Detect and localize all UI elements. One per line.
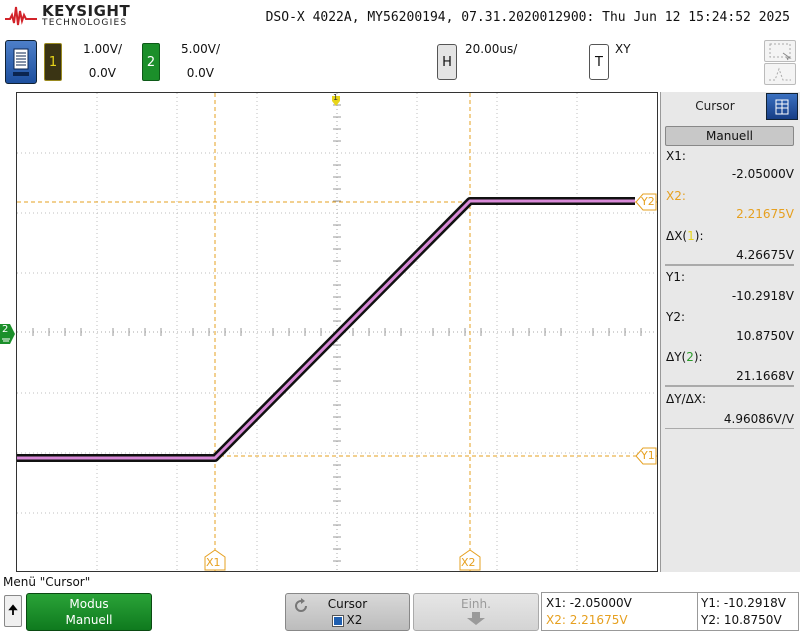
rotate-knob-icon (295, 598, 307, 612)
menu-up-button[interactable]: 🠉 (4, 595, 22, 627)
cursor-x1-label[interactable]: X1 (204, 549, 226, 571)
readout-y2: Y2: 10.8750V (701, 613, 782, 627)
channel-2-offset: 0.0V (186, 66, 214, 80)
channel-2-ground-marker[interactable]: 2 (0, 324, 15, 344)
down-arrow-icon (467, 612, 485, 625)
y2-value: 10.8750V (736, 329, 794, 343)
x1-label: X1: (666, 149, 686, 163)
trigger-mode: XY (615, 42, 631, 56)
separator (665, 428, 794, 429)
panel-grid-icon (775, 99, 789, 115)
zoom-select-button[interactable] (764, 40, 796, 62)
brand-subtitle: TECHNOLOGIES (42, 18, 128, 28)
menu-icon (13, 48, 29, 76)
channel-2-marker-label: 2 (2, 324, 9, 335)
cursor-y2-label[interactable]: Y2 (635, 193, 657, 211)
readout-x1: X1: -2.05000V (546, 596, 632, 610)
channel-2-scale: 5.00V/ (181, 42, 220, 56)
delta-x-label: ΔX(1): (666, 229, 704, 243)
cursor-x2-text: X2 (461, 556, 476, 569)
cursor-x1-text: X1 (206, 556, 221, 569)
cursor-softkey[interactable]: Cursor X2 (285, 593, 410, 631)
trigger-key[interactable]: T (589, 44, 609, 80)
cursor-y1-label[interactable]: Y1 (635, 447, 657, 465)
waveform-display[interactable]: 1 X1 X2 Y2 Y1 (16, 92, 658, 572)
delta-y-label: ΔY(2): (666, 350, 703, 364)
modus-value: Manuell (65, 613, 113, 627)
x2-value: 2.21675V (736, 207, 794, 221)
y2-label: Y2: (666, 310, 686, 324)
menu-title: Menü "Cursor" (3, 575, 91, 589)
delta-y-value: 21.1668V (736, 369, 794, 383)
y1-value: -10.2918V (731, 289, 794, 303)
y1-label: Y1: (666, 270, 686, 284)
selected-square-icon (331, 614, 344, 627)
units-softkey[interactable]: Einh. (413, 593, 539, 631)
readout-divider (697, 593, 698, 630)
cursor-y2-text: Y2 (641, 195, 655, 208)
cursor-x2-label[interactable]: X2 (459, 549, 481, 571)
separator (665, 264, 794, 266)
modus-softkey[interactable]: Modus Manuell (26, 593, 152, 631)
model-info-line: DSO-X 4022A, MY56200194, 07.31.202001290… (265, 10, 790, 25)
cursor-mode-display[interactable]: Manuell (665, 126, 794, 146)
xy-trace (17, 197, 635, 462)
touch-draw-button[interactable] (764, 63, 796, 85)
main-menu-button[interactable] (5, 40, 37, 84)
top-bar: KEYSIGHT TECHNOLOGIES DSO-X 4022A, MY562… (0, 0, 800, 36)
channel-1-offset: 0.0V (88, 66, 116, 80)
select-box-icon (769, 43, 792, 61)
units-label: Einh. (461, 597, 491, 611)
horizontal-scale: 20.00us/ (465, 42, 518, 56)
trigger-marker-label: 1 (333, 93, 339, 102)
cursor-y1-text: Y1 (641, 449, 655, 462)
side-panel-menu-button[interactable] (766, 93, 798, 120)
waveform-draw-icon (769, 67, 791, 81)
cursor-softkey-value: X2 (346, 613, 363, 627)
x2-label: X2: (666, 189, 686, 203)
channel-1-scale: 1.00V/ (83, 42, 122, 56)
cursor-softkey-value-row: X2 (286, 613, 409, 627)
trigger-level-marker[interactable]: 1 (329, 93, 343, 107)
horizontal-key[interactable]: H (437, 44, 457, 80)
ratio-value: 4.96086V/V (723, 412, 794, 426)
delta-x-value: 4.26675V (736, 248, 794, 262)
separator (665, 385, 794, 387)
tab-cursor[interactable]: Cursor (665, 93, 765, 120)
up-arrow-icon: 🠉 (7, 603, 19, 618)
readout-y1: Y1: -10.2918V (701, 596, 786, 610)
keysight-logo-icon (5, 6, 37, 26)
ratio-label: ΔY/ΔX: (666, 392, 707, 406)
modus-label: Modus (69, 597, 109, 611)
readout-x2: X2: 2.21675V (546, 613, 628, 627)
x1-value: -2.05000V (731, 167, 794, 181)
